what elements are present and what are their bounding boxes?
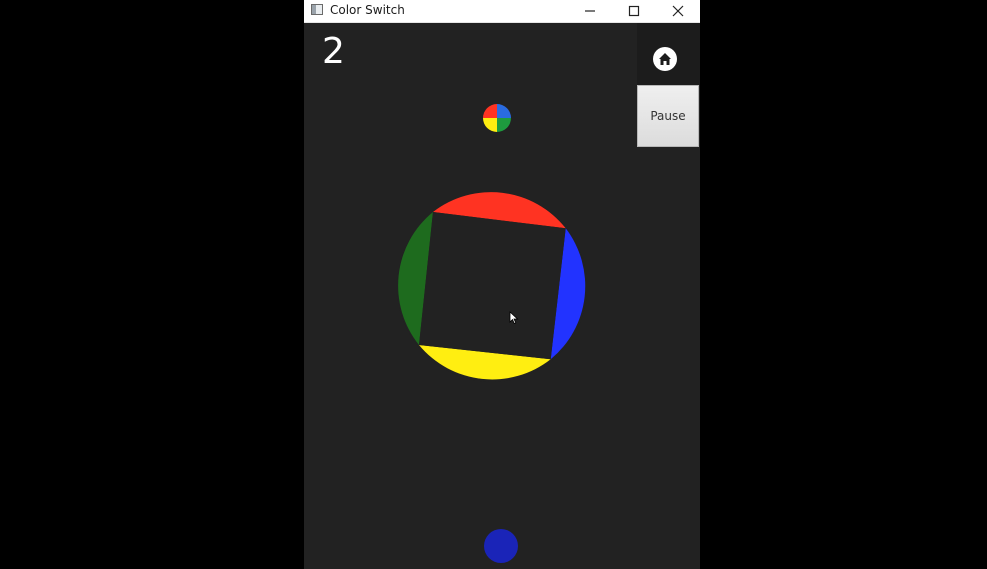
window-title: Color Switch [330, 3, 405, 17]
home-icon [659, 53, 671, 65]
home-button[interactable] [653, 47, 677, 71]
close-icon [672, 5, 684, 17]
switcher-quadrant-green [497, 118, 511, 132]
rotating-obstacle [397, 192, 587, 382]
switcher-quadrant-yellow [483, 118, 497, 132]
minimize-icon [585, 10, 595, 12]
mouse-cursor [509, 311, 519, 325]
color-switcher [483, 104, 511, 132]
game-window: Color Switch 2 Pause [304, 0, 700, 569]
minimize-button[interactable] [568, 0, 612, 22]
switcher-quadrant-red [483, 104, 497, 118]
maximize-icon [628, 5, 640, 17]
title-bar: Color Switch [304, 0, 700, 23]
app-icon [311, 4, 323, 15]
game-canvas[interactable]: 2 Pause [304, 23, 700, 569]
score-counter: 2 [322, 31, 345, 72]
obstacle-inner-square [419, 212, 566, 360]
maximize-button[interactable] [612, 0, 656, 22]
player-ball [484, 529, 518, 563]
switcher-quadrant-blue [497, 104, 511, 118]
pause-button[interactable]: Pause [637, 85, 699, 147]
close-button[interactable] [656, 0, 700, 22]
